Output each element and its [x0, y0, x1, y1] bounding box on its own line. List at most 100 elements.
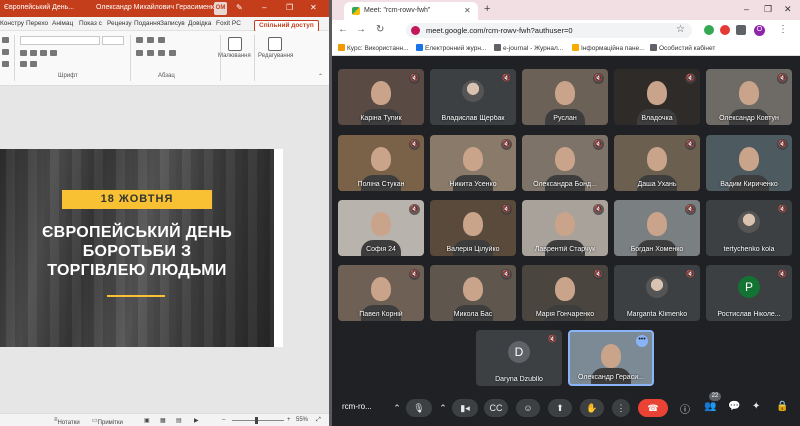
- zoom-out-icon[interactable]: –: [222, 417, 225, 423]
- camera-button[interactable]: ▮◂: [452, 399, 478, 417]
- profile-avatar[interactable]: O: [754, 25, 765, 36]
- comments-button[interactable]: ▭ Примітки: [92, 417, 123, 426]
- new-tab-icon[interactable]: +: [484, 3, 490, 15]
- participant-tile[interactable]: D 🔇 Daryna Dzubllo: [476, 330, 562, 386]
- adblock-extension-icon[interactable]: [720, 25, 730, 35]
- editing-label[interactable]: Редагування: [258, 53, 293, 59]
- italic-icon[interactable]: [30, 50, 37, 56]
- host-controls-icon[interactable]: 🔒: [776, 401, 788, 412]
- captions-button[interactable]: CC: [484, 399, 508, 417]
- minimize-icon[interactable]: –: [744, 4, 749, 14]
- minimize-icon[interactable]: –: [262, 3, 266, 12]
- search-icon[interactable]: [268, 37, 282, 51]
- layout-icon[interactable]: [2, 37, 9, 43]
- numbering-icon[interactable]: [147, 37, 154, 43]
- participant-tile[interactable]: 🔇 Олександра Бонд...: [522, 135, 608, 191]
- extensions-icon[interactable]: [736, 25, 746, 35]
- people-icon[interactable]: 👥: [704, 401, 716, 412]
- zoom-slider-knob[interactable]: [255, 417, 258, 424]
- tab-view[interactable]: Подання: [134, 20, 160, 27]
- drawing-label[interactable]: Малювання: [218, 53, 251, 59]
- normal-view-icon[interactable]: ▣: [144, 417, 150, 424]
- participant-tile[interactable]: 🔇 Олександр Ковтун: [706, 69, 792, 125]
- more-options-button[interactable]: ⋮: [612, 399, 630, 417]
- back-icon[interactable]: ←: [338, 24, 348, 35]
- self-video-tile[interactable]: ••• Олександр Гераси...: [568, 330, 654, 386]
- browser-tab[interactable]: Meet: "rcm-rowv-fwh" ✕: [344, 2, 478, 20]
- align-left-icon[interactable]: [136, 50, 143, 56]
- vpn-extension-icon[interactable]: [704, 25, 714, 35]
- strikethrough-icon[interactable]: [50, 50, 57, 56]
- meeting-info-icon[interactable]: ⓘ: [680, 401, 690, 416]
- close-icon[interactable]: ✕: [784, 4, 792, 15]
- participant-tile[interactable]: 🔇 Марія Гончаренко: [522, 265, 608, 321]
- tab-help[interactable]: Довідка: [188, 20, 211, 27]
- chevron-up-icon[interactable]: ⌃: [390, 399, 404, 417]
- participant-tile[interactable]: 🔇 Даша Ухань: [614, 135, 700, 191]
- tab-record[interactable]: Записув: [160, 20, 185, 27]
- activities-icon[interactable]: ✦: [752, 401, 760, 412]
- participant-tile[interactable]: 🔇 Каріна Тупик: [338, 69, 424, 125]
- participant-tile[interactable]: Р 🔇 Ростислав Ніколе...: [706, 265, 792, 321]
- underline-icon[interactable]: [40, 50, 47, 56]
- zoom-in-icon[interactable]: +: [287, 417, 291, 423]
- leave-call-button[interactable]: ☎: [638, 399, 668, 417]
- chevron-up-icon[interactable]: ⌃: [436, 399, 450, 417]
- slide-sorter-icon[interactable]: ▦: [160, 417, 166, 424]
- bookmark-item[interactable]: Особистий кабінет: [650, 44, 715, 52]
- restore-icon[interactable]: ❐: [286, 3, 293, 12]
- reset-icon[interactable]: [2, 49, 9, 55]
- font-size-select[interactable]: [102, 36, 124, 45]
- reload-icon[interactable]: ↻: [376, 24, 384, 35]
- notes-button[interactable]: ≡ Нотатки: [54, 417, 80, 426]
- participant-tile[interactable]: 🔇 Валерія Цілуйко: [430, 200, 516, 256]
- omnibox[interactable]: meet.google.com/rcm-rowv-fwh?authuser=0 …: [406, 23, 692, 38]
- indent-icon[interactable]: [158, 37, 165, 43]
- close-icon[interactable]: ✕: [310, 3, 317, 12]
- bookmark-item[interactable]: Інформаційна пане...: [572, 44, 645, 52]
- forward-icon[interactable]: →: [356, 24, 366, 35]
- section-icon[interactable]: [2, 61, 9, 67]
- more-options-icon[interactable]: •••: [636, 335, 648, 347]
- drawing-icon[interactable]: [228, 37, 242, 51]
- fit-slide-icon[interactable]: ⤢: [316, 417, 321, 424]
- zoom-slider[interactable]: [232, 420, 284, 421]
- participant-tile[interactable]: 🔇 Никита Усенко: [430, 135, 516, 191]
- emoji-button[interactable]: ☺: [516, 399, 540, 417]
- site-info-icon[interactable]: [411, 26, 420, 35]
- font-name-select[interactable]: [20, 36, 100, 45]
- participant-tile[interactable]: 🔇 Руслан: [522, 69, 608, 125]
- participant-tile[interactable]: 🔇 Владислав Щербак: [430, 69, 516, 125]
- participant-tile[interactable]: 🔇 Микола Бас: [430, 265, 516, 321]
- bold-icon[interactable]: [20, 50, 27, 56]
- raise-hand-button[interactable]: ✋: [580, 399, 604, 417]
- tab-design[interactable]: Констру: [0, 20, 24, 27]
- participant-tile[interactable]: 🔇 Софія 24: [338, 200, 424, 256]
- reading-view-icon[interactable]: ▤: [176, 417, 182, 424]
- participant-tile[interactable]: 🔇 tertychenko kola: [706, 200, 792, 256]
- participant-tile[interactable]: 🔇 Владочка: [614, 69, 700, 125]
- pen-icon[interactable]: ✎: [236, 3, 243, 12]
- collapse-ribbon-icon[interactable]: ⌃: [318, 73, 323, 80]
- url-text[interactable]: meet.google.com/rcm-rowv-fwh?authuser=0: [426, 26, 573, 35]
- chat-icon[interactable]: 💬: [728, 401, 740, 412]
- restore-icon[interactable]: ❐: [764, 4, 772, 15]
- bookmark-item[interactable]: Курс: Використанн...: [338, 44, 409, 52]
- slide[interactable]: 18 ЖОВТНЯ ЄВРОПЕЙСЬКИЙ ДЕНЬ БОРОТЬБИ З Т…: [0, 149, 283, 347]
- align-center-icon[interactable]: [147, 50, 154, 56]
- present-button[interactable]: ⬆: [548, 399, 572, 417]
- font-color-icon[interactable]: [20, 61, 27, 67]
- participant-tile[interactable]: 🔇 Павел Корній: [338, 265, 424, 321]
- bookmark-item[interactable]: Електронний журн...: [416, 44, 486, 52]
- align-right-icon[interactable]: [158, 50, 165, 56]
- participant-tile[interactable]: 🔇 Margarita Klimenko: [614, 265, 700, 321]
- zoom-level[interactable]: 55%: [296, 417, 308, 423]
- participant-tile[interactable]: 🔇 Вадим Кириченко: [706, 135, 792, 191]
- user-avatar[interactable]: ОМ: [214, 2, 227, 15]
- justify-icon[interactable]: [169, 50, 176, 56]
- microphone-button[interactable]: 🎙: [406, 399, 432, 417]
- participant-tile[interactable]: 🔇 Лаврентій Старчук: [522, 200, 608, 256]
- meeting-code[interactable]: rcm-ro...: [342, 402, 372, 411]
- slideshow-icon[interactable]: ▶: [194, 417, 199, 424]
- participant-tile[interactable]: 🔇 Богдан Хоменко: [614, 200, 700, 256]
